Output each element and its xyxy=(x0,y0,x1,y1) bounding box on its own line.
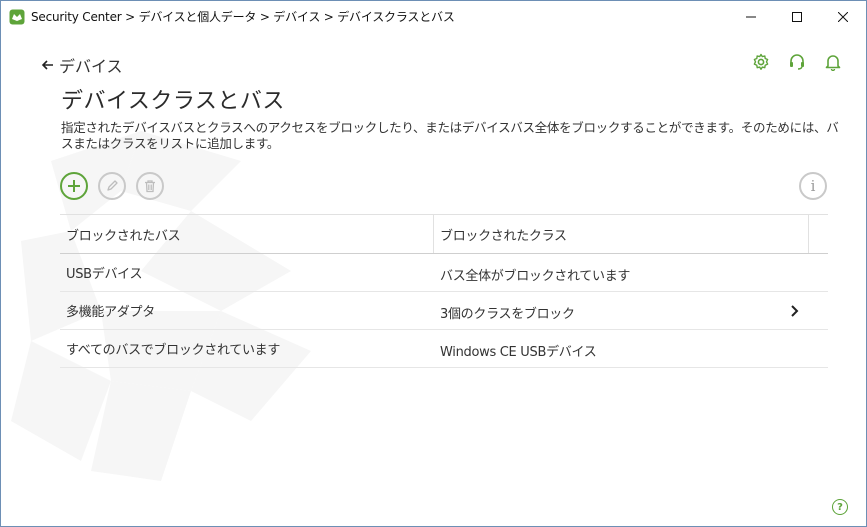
info-button[interactable]: i xyxy=(799,172,827,200)
arrow-left-icon xyxy=(41,58,55,72)
table-row[interactable]: 多機能アダプタ 3個のクラスをブロック xyxy=(60,292,828,330)
header-spacer xyxy=(809,215,828,253)
add-button[interactable] xyxy=(60,172,88,200)
back-link[interactable]: デバイス xyxy=(41,53,123,77)
header-blocked-bus[interactable]: ブロックされたバス xyxy=(60,215,434,253)
row-classes: Windows CE USBデバイス xyxy=(440,344,597,360)
help-button[interactable]: ? xyxy=(832,499,848,515)
window-controls xyxy=(728,1,866,32)
close-icon xyxy=(838,11,848,22)
info-icon: i xyxy=(810,177,816,195)
window-title: Security Center > デバイスと個人データ > デバイス > デバ… xyxy=(31,10,455,24)
maximize-button[interactable] xyxy=(774,1,820,32)
header-blocked-class[interactable]: ブロックされたクラス xyxy=(434,215,809,253)
support-button[interactable] xyxy=(786,51,808,73)
minimize-button[interactable] xyxy=(728,1,774,32)
row-classes: バス全体がブロックされています xyxy=(440,268,631,284)
row-bus: USBデバイス xyxy=(66,267,143,282)
delete-button[interactable] xyxy=(136,172,164,200)
gear-icon xyxy=(753,53,769,70)
back-label: デバイス xyxy=(59,57,123,76)
help-icon: ? xyxy=(837,501,843,513)
row-bus: 多機能アダプタ xyxy=(66,305,155,320)
page-description: 指定されたデバイスバスとクラスへのアクセスをブロックしたり、またはデバイスバス全… xyxy=(61,120,839,151)
row-classes: 3個のクラスをブロック xyxy=(440,306,575,322)
toolbar xyxy=(60,172,164,200)
header-icons xyxy=(750,51,844,73)
app-logo-icon xyxy=(9,9,25,25)
plus-icon xyxy=(68,180,80,192)
edit-button[interactable] xyxy=(98,172,126,200)
devices-table: ブロックされたバス ブロックされたクラス USBデバイス バス全体がブロックされ… xyxy=(60,214,828,368)
headset-icon xyxy=(790,54,804,70)
notifications-button[interactable] xyxy=(822,51,844,73)
title-bar: Security Center > デバイスと個人データ > デバイス > デバ… xyxy=(1,1,866,32)
table-row[interactable]: USBデバイス バス全体がブロックされています xyxy=(60,254,828,292)
close-button[interactable] xyxy=(820,1,866,32)
table-header: ブロックされたバス ブロックされたクラス xyxy=(60,214,828,254)
pencil-icon xyxy=(107,180,118,191)
app-window: Security Center > デバイスと個人データ > デバイス > デバ… xyxy=(0,0,867,527)
chevron-right-icon[interactable] xyxy=(790,304,800,318)
minimize-icon xyxy=(746,16,756,17)
row-bus: すべてのバスでブロックされています xyxy=(66,343,281,358)
settings-button[interactable] xyxy=(750,51,772,73)
bell-icon xyxy=(825,55,841,71)
trash-icon xyxy=(145,180,155,193)
page-title: デバイスクラスとバス xyxy=(61,89,285,114)
maximize-icon xyxy=(792,11,802,22)
table-row[interactable]: すべてのバスでブロックされています Windows CE USBデバイス xyxy=(60,330,828,368)
